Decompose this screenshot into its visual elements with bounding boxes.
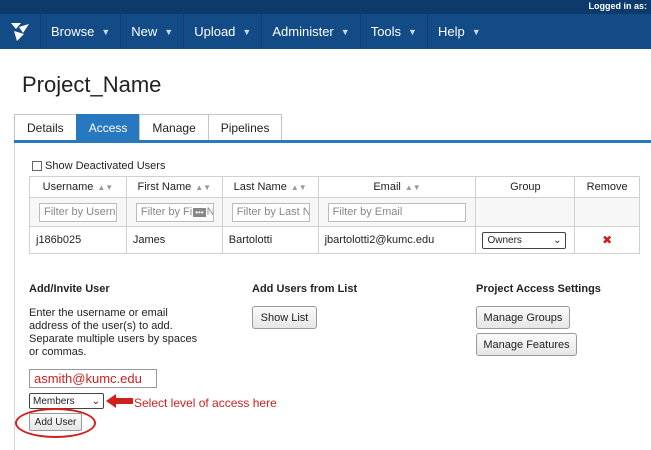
tab-pipelines[interactable]: Pipelines [207, 114, 283, 140]
tab-access[interactable]: Access [75, 114, 141, 140]
col-first-name-label: First Name [137, 181, 192, 193]
sort-icon: ▲▼ [404, 183, 421, 192]
show-deactivated-toggle[interactable]: Show Deactivated Users [32, 160, 165, 172]
chevron-down-icon: ▼ [408, 26, 417, 37]
col-username[interactable]: Username ▲▼ [29, 176, 127, 198]
chevron-down-icon: ▼ [471, 26, 481, 37]
nav-upload-label: Upload [194, 24, 236, 39]
cell-group: Owners ⌄ [475, 226, 576, 254]
sort-icon: ▲▼ [195, 183, 212, 192]
top-strip: Logged in as: [0, 0, 651, 14]
table-row: j186b025 James Bartolotti jbartolotti2@k… [29, 226, 640, 254]
add-user-button[interactable]: Add User [29, 413, 82, 431]
cell-remove: ✖ [574, 226, 640, 254]
first-name-filter-input[interactable]: Filter by Fi ••• N [135, 202, 214, 222]
nav-administer-label: Administer [272, 24, 334, 39]
sort-icon: ▲▼ [290, 183, 307, 192]
group-filter-cell [475, 197, 576, 227]
col-last-name[interactable]: Last Name ▲▼ [221, 176, 319, 198]
tab-details[interactable]: Details [14, 114, 77, 140]
add-from-list-heading: Add Users from List [252, 283, 358, 295]
col-email[interactable]: Email ▲▼ [317, 176, 477, 198]
chevron-down-icon: ▼ [164, 26, 174, 37]
filter-row: Filter by Userna Filter by Fi ••• N Filter… [29, 197, 640, 227]
access-level-annotation: Select level of access here [134, 396, 277, 410]
remove-icon[interactable]: ✖ [602, 233, 612, 247]
nav-tools-label: Tools [370, 24, 402, 39]
group-select[interactable]: Owners ⌄ [482, 231, 567, 249]
col-email-label: Email [373, 181, 401, 193]
nav-browse-label: Browse [51, 24, 95, 39]
main-navbar: Browse ▼ New ▼ Upload ▼ Administer ▼ Tools ▼ … [0, 14, 651, 49]
add-user-input[interactable]: asmith@kumc.edu [29, 369, 157, 388]
nav-tools[interactable]: Tools ▼ [359, 14, 427, 49]
username-filter-input[interactable]: Filter by Userna [39, 202, 117, 222]
tab-manage[interactable]: Manage [139, 114, 209, 140]
col-remove: Remove [574, 176, 640, 198]
chevron-down-icon: ▼ [101, 26, 111, 37]
more-icon: ••• [193, 207, 206, 217]
col-first-name[interactable]: First Name ▲▼ [125, 176, 223, 198]
col-last-name-label: Last Name [233, 181, 287, 193]
nav-new-label: New [131, 24, 158, 39]
remove-filter-cell [574, 197, 640, 227]
add-invite-heading: Add/Invite User [29, 283, 110, 295]
nav-help-label: Help [437, 24, 465, 39]
show-deactivated-label: Show Deactivated Users [45, 160, 166, 172]
manage-features-button[interactable]: Manage Features [476, 333, 577, 356]
col-group: Group [475, 176, 576, 198]
group-select-value: Owners [487, 234, 522, 246]
cell-first-name: James [125, 226, 223, 254]
nav-upload[interactable]: Upload ▼ [183, 14, 261, 49]
nav-help[interactable]: Help ▼ [426, 14, 491, 49]
chevron-down-icon: ⌄ [553, 234, 562, 246]
manage-groups-button[interactable]: Manage Groups [476, 306, 570, 329]
show-list-button[interactable]: Show List [252, 306, 317, 329]
access-settings-heading: Project Access Settings [476, 283, 601, 295]
access-level-value: Members [33, 395, 75, 407]
last-name-filter-input[interactable]: Filter by Last N [231, 202, 310, 222]
first-name-filter-text: Filter by Fi [140, 206, 193, 218]
add-invite-description: Enter the username or email address of t… [29, 307, 198, 358]
show-deactivated-checkbox[interactable] [32, 161, 42, 171]
cell-last-name: Bartolotti [221, 226, 319, 254]
site-logo[interactable] [0, 14, 40, 49]
col-username-label: Username [42, 181, 94, 193]
project-tabs: Details Access Manage Pipelines [14, 114, 283, 140]
table-header-row: Username ▲▼ First Name ▲▼ Last Name ▲▼ Emai… [29, 176, 640, 198]
access-level-select[interactable]: Members ⌄ [29, 393, 104, 409]
first-name-filter-tail: N [206, 206, 214, 218]
cell-email: jbartolotti2@kumc.edu [317, 226, 477, 254]
arrow-left-icon [106, 394, 133, 408]
chevron-down-icon: ▼ [340, 26, 350, 37]
nav-administer[interactable]: Administer ▼ [261, 14, 359, 49]
logged-in-label: Logged in as: [588, 1, 648, 11]
cell-username: j186b025 [29, 226, 127, 254]
sort-icon: ▲▼ [97, 183, 114, 192]
nav-new[interactable]: New ▼ [120, 14, 183, 49]
nav-browse[interactable]: Browse ▼ [40, 14, 120, 49]
chevron-down-icon: ▼ [242, 26, 252, 37]
email-filter-input[interactable]: Filter by Email [327, 202, 466, 222]
site-logo-icon [11, 22, 29, 41]
page-title: Project_Name [22, 72, 162, 97]
users-table: Username ▲▼ First Name ▲▼ Last Name ▲▼ Emai… [29, 176, 640, 254]
chevron-down-icon: ⌄ [91, 395, 100, 407]
